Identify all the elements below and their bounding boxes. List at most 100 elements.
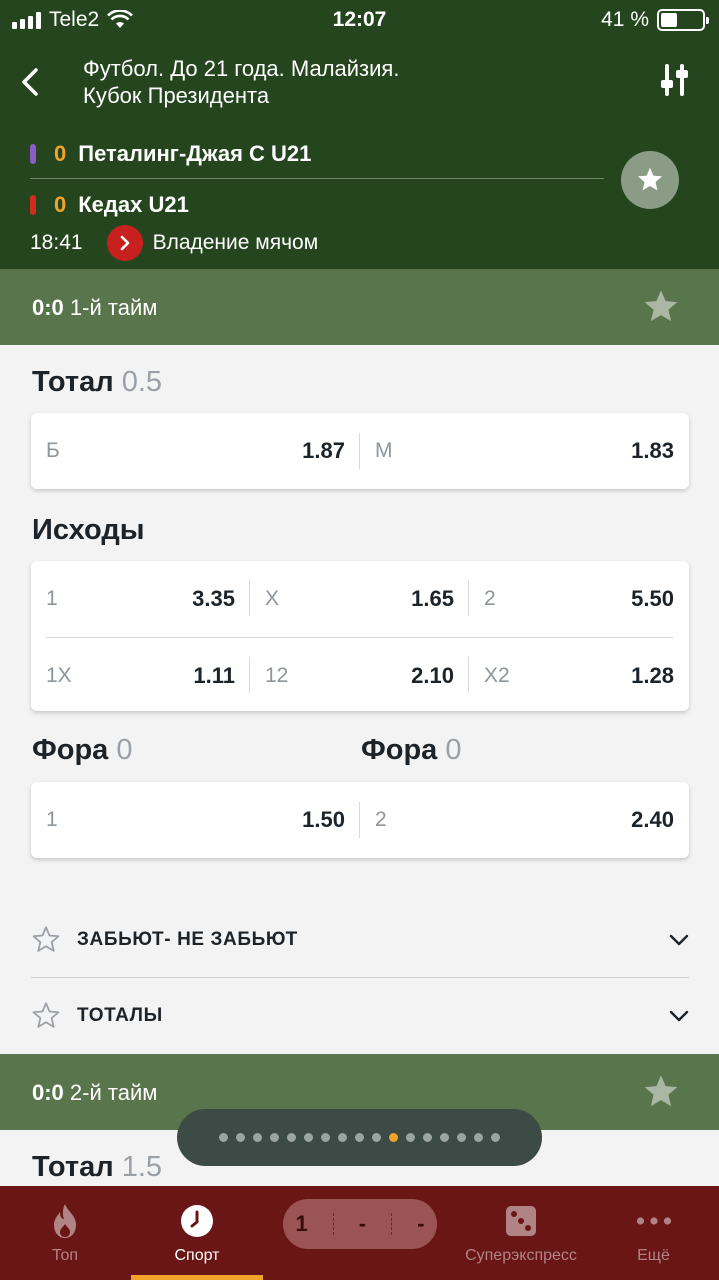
- page-dot[interactable]: [440, 1133, 449, 1142]
- title-line-1: Футбол. До 21 года. Малайзия.: [83, 56, 400, 81]
- odd-label: 1: [46, 808, 58, 831]
- odd-1[interactable]: 1 3.35: [31, 561, 250, 637]
- coupon-slot-1: 1: [295, 1211, 308, 1236]
- odd-label: X: [265, 587, 280, 610]
- more-icon: [636, 1203, 672, 1239]
- page-dot[interactable]: [270, 1133, 279, 1142]
- odd-label: X2: [484, 664, 510, 687]
- odd-12[interactable]: 12 2.10: [250, 638, 469, 714]
- market-total-card: Б 1.87 М 1.83: [31, 413, 689, 489]
- team-divider: [30, 178, 604, 179]
- page-dot[interactable]: [457, 1133, 466, 1142]
- page-indicator[interactable]: [177, 1109, 542, 1166]
- back-arrow-icon[interactable]: [14, 62, 48, 102]
- market-handicap-right-name: Фора: [361, 734, 438, 766]
- dice-icon: [503, 1203, 539, 1239]
- tab-label: Суперэкспресс: [465, 1247, 577, 1264]
- odd-value: 1.50: [302, 807, 345, 832]
- market-outcomes-card: 1 3.35 X 1.65 2 5.50 1X 1.11 12 2.10 X2 …: [31, 561, 689, 711]
- page-dot[interactable]: [474, 1133, 483, 1142]
- chevron-down-icon: [669, 934, 689, 946]
- star-outline-icon[interactable]: [31, 1001, 61, 1031]
- star-outline-icon[interactable]: [31, 925, 61, 955]
- odd-value: 5.50: [631, 586, 674, 611]
- coupon-slot-3: -: [417, 1211, 425, 1236]
- team-away-name: Кедах U21: [78, 192, 189, 217]
- match-event: Владение мячом: [152, 231, 319, 254]
- period-1-star-icon[interactable]: [641, 288, 681, 326]
- coupon-button[interactable]: 1 - -: [283, 1199, 437, 1249]
- period-1-score: 0:0: [32, 295, 64, 320]
- odd-x[interactable]: X 1.65: [250, 561, 469, 637]
- market-handicap-card: 1 1.50 2 2.40: [31, 782, 689, 858]
- odd-under[interactable]: М 1.83: [360, 413, 689, 489]
- filter-sliders-icon[interactable]: [661, 62, 691, 98]
- team-home-name: Петалинг-Джая С U21: [78, 141, 312, 166]
- page-dot[interactable]: [423, 1133, 432, 1142]
- market-handicap-left-name: Фора: [32, 734, 109, 766]
- page-dot[interactable]: [236, 1133, 245, 1142]
- page-title: Футбол. До 21 года. Малайзия. Кубок През…: [83, 55, 603, 109]
- period-1-header[interactable]: 0:0 1-й тайм: [0, 269, 719, 345]
- team-away: 0 Кедах U21: [30, 190, 189, 220]
- odd-value: 3.35: [192, 586, 235, 611]
- battery-icon: [657, 9, 709, 31]
- collapsible-label: ЗАБЬЮТ- НЕ ЗАБЬЮТ: [77, 929, 298, 950]
- odd-label: М: [375, 439, 393, 462]
- team-away-color: [30, 195, 36, 215]
- page-dot-active[interactable]: [389, 1133, 398, 1142]
- coupon-divider: [391, 1213, 393, 1235]
- odd-value: 1.87: [302, 438, 345, 463]
- market-outcomes-title: Исходы: [32, 514, 145, 547]
- favorite-match-button[interactable]: [621, 151, 679, 209]
- star-icon: [637, 167, 663, 191]
- odd-handicap-2[interactable]: 2 2.40: [360, 782, 689, 858]
- odd-over[interactable]: Б 1.87: [31, 413, 360, 489]
- chevron-down-icon: [669, 1010, 689, 1022]
- market-total-param: 0.5: [121, 366, 163, 398]
- match-time: 18:41: [30, 231, 83, 254]
- collapsible-both-score[interactable]: ЗАБЬЮТ- НЕ ЗАБЬЮТ: [31, 902, 689, 978]
- page-dot[interactable]: [372, 1133, 381, 1142]
- odd-label: 1: [46, 587, 58, 610]
- page-dot[interactable]: [304, 1133, 313, 1142]
- tab-label: Топ: [51, 1247, 79, 1264]
- page-dot[interactable]: [287, 1133, 296, 1142]
- odd-handicap-1[interactable]: 1 1.50: [31, 782, 360, 858]
- period-2-score: 0:0: [32, 1080, 64, 1105]
- period-2-star-icon[interactable]: [641, 1073, 681, 1111]
- odd-2[interactable]: 2 5.50: [469, 561, 689, 637]
- odd-value: 1.83: [631, 438, 674, 463]
- match-header: Tele2 12:07 41 % Футбол. До 21 года. Мал…: [0, 0, 719, 269]
- odd-value: 2.10: [411, 663, 454, 688]
- period-1-label: 1-й тайм: [69, 295, 158, 320]
- market-handicap-left-param: 0: [116, 734, 133, 766]
- tab-top[interactable]: Топ: [0, 1186, 130, 1280]
- odd-x2[interactable]: X2 1.28: [469, 638, 689, 714]
- team-home-score: 0: [54, 141, 67, 166]
- market-total-title: Тотал 0.5: [32, 366, 162, 399]
- market-handicap-right-param: 0: [445, 734, 462, 766]
- page-dot[interactable]: [491, 1133, 500, 1142]
- tab-sport[interactable]: Спорт: [131, 1186, 263, 1280]
- page-dot[interactable]: [321, 1133, 330, 1142]
- page-dot[interactable]: [338, 1133, 347, 1142]
- page-dot[interactable]: [219, 1133, 228, 1142]
- odd-value: 2.40: [631, 807, 674, 832]
- collapsible-totals[interactable]: ТОТАЛЫ: [31, 978, 689, 1054]
- coupon-divider: [332, 1213, 334, 1235]
- odd-1x[interactable]: 1X 1.11: [31, 638, 250, 714]
- page-dot[interactable]: [355, 1133, 364, 1142]
- team-home-color: [30, 144, 36, 164]
- market-handicap-right-title: Фора 0: [361, 734, 462, 767]
- page-dot[interactable]: [253, 1133, 262, 1142]
- market-total2-name: Тотал: [32, 1151, 114, 1183]
- team-away-score: 0: [54, 192, 67, 217]
- tab-superexpress[interactable]: Суперэкспресс: [455, 1186, 587, 1280]
- tab-more[interactable]: Ещё: [588, 1186, 719, 1280]
- event-arrow-icon[interactable]: [106, 225, 143, 261]
- market-handicap-left-title: Фора 0: [32, 734, 133, 767]
- odd-value: 1.11: [193, 663, 235, 688]
- active-tab-indicator: [131, 1275, 263, 1280]
- page-dot[interactable]: [406, 1133, 415, 1142]
